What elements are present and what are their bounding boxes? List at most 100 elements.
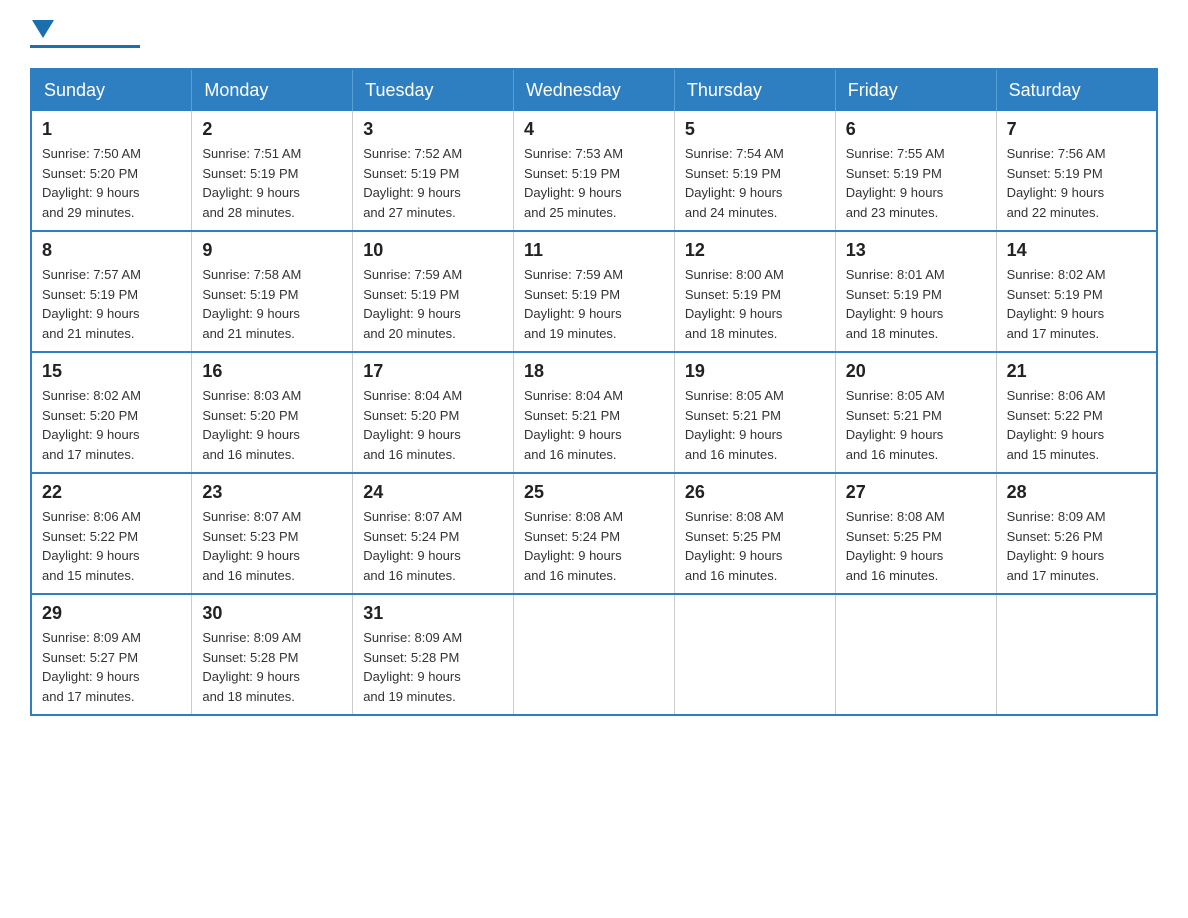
logo (30, 20, 140, 48)
empty-cell (835, 594, 996, 715)
day-info: Sunrise: 8:04 AM Sunset: 5:20 PM Dayligh… (363, 386, 503, 464)
day-number: 13 (846, 240, 986, 261)
day-number: 29 (42, 603, 181, 624)
day-number: 9 (202, 240, 342, 261)
day-number: 12 (685, 240, 825, 261)
day-cell-21: 21 Sunrise: 8:06 AM Sunset: 5:22 PM Dayl… (996, 352, 1157, 473)
day-info: Sunrise: 8:08 AM Sunset: 5:25 PM Dayligh… (685, 507, 825, 585)
empty-cell (514, 594, 675, 715)
day-header-tuesday: Tuesday (353, 69, 514, 111)
day-info: Sunrise: 7:50 AM Sunset: 5:20 PM Dayligh… (42, 144, 181, 222)
day-cell-10: 10 Sunrise: 7:59 AM Sunset: 5:19 PM Dayl… (353, 231, 514, 352)
day-number: 20 (846, 361, 986, 382)
day-cell-24: 24 Sunrise: 8:07 AM Sunset: 5:24 PM Dayl… (353, 473, 514, 594)
day-cell-29: 29 Sunrise: 8:09 AM Sunset: 5:27 PM Dayl… (31, 594, 192, 715)
day-info: Sunrise: 7:53 AM Sunset: 5:19 PM Dayligh… (524, 144, 664, 222)
day-cell-30: 30 Sunrise: 8:09 AM Sunset: 5:28 PM Dayl… (192, 594, 353, 715)
day-header-thursday: Thursday (674, 69, 835, 111)
day-number: 15 (42, 361, 181, 382)
day-cell-23: 23 Sunrise: 8:07 AM Sunset: 5:23 PM Dayl… (192, 473, 353, 594)
day-number: 1 (42, 119, 181, 140)
day-info: Sunrise: 8:01 AM Sunset: 5:19 PM Dayligh… (846, 265, 986, 343)
day-info: Sunrise: 8:06 AM Sunset: 5:22 PM Dayligh… (1007, 386, 1146, 464)
logo-triangle-icon (32, 20, 54, 38)
day-info: Sunrise: 8:06 AM Sunset: 5:22 PM Dayligh… (42, 507, 181, 585)
day-number: 4 (524, 119, 664, 140)
day-cell-9: 9 Sunrise: 7:58 AM Sunset: 5:19 PM Dayli… (192, 231, 353, 352)
day-header-monday: Monday (192, 69, 353, 111)
day-number: 6 (846, 119, 986, 140)
day-number: 28 (1007, 482, 1146, 503)
day-number: 24 (363, 482, 503, 503)
day-info: Sunrise: 8:07 AM Sunset: 5:23 PM Dayligh… (202, 507, 342, 585)
day-cell-27: 27 Sunrise: 8:08 AM Sunset: 5:25 PM Dayl… (835, 473, 996, 594)
day-cell-17: 17 Sunrise: 8:04 AM Sunset: 5:20 PM Dayl… (353, 352, 514, 473)
day-info: Sunrise: 7:51 AM Sunset: 5:19 PM Dayligh… (202, 144, 342, 222)
day-info: Sunrise: 8:08 AM Sunset: 5:25 PM Dayligh… (846, 507, 986, 585)
page-header (30, 20, 1158, 48)
day-number: 11 (524, 240, 664, 261)
day-info: Sunrise: 7:59 AM Sunset: 5:19 PM Dayligh… (524, 265, 664, 343)
day-number: 8 (42, 240, 181, 261)
day-number: 16 (202, 361, 342, 382)
day-info: Sunrise: 8:02 AM Sunset: 5:20 PM Dayligh… (42, 386, 181, 464)
day-number: 26 (685, 482, 825, 503)
day-number: 10 (363, 240, 503, 261)
day-cell-2: 2 Sunrise: 7:51 AM Sunset: 5:19 PM Dayli… (192, 111, 353, 231)
day-cell-20: 20 Sunrise: 8:05 AM Sunset: 5:21 PM Dayl… (835, 352, 996, 473)
day-cell-22: 22 Sunrise: 8:06 AM Sunset: 5:22 PM Dayl… (31, 473, 192, 594)
day-info: Sunrise: 8:09 AM Sunset: 5:28 PM Dayligh… (363, 628, 503, 706)
week-row-5: 29 Sunrise: 8:09 AM Sunset: 5:27 PM Dayl… (31, 594, 1157, 715)
day-number: 14 (1007, 240, 1146, 261)
week-row-4: 22 Sunrise: 8:06 AM Sunset: 5:22 PM Dayl… (31, 473, 1157, 594)
day-cell-25: 25 Sunrise: 8:08 AM Sunset: 5:24 PM Dayl… (514, 473, 675, 594)
day-cell-3: 3 Sunrise: 7:52 AM Sunset: 5:19 PM Dayli… (353, 111, 514, 231)
day-info: Sunrise: 7:56 AM Sunset: 5:19 PM Dayligh… (1007, 144, 1146, 222)
day-number: 5 (685, 119, 825, 140)
day-info: Sunrise: 7:58 AM Sunset: 5:19 PM Dayligh… (202, 265, 342, 343)
day-number: 23 (202, 482, 342, 503)
day-number: 22 (42, 482, 181, 503)
day-number: 7 (1007, 119, 1146, 140)
day-header-saturday: Saturday (996, 69, 1157, 111)
calendar-table: SundayMondayTuesdayWednesdayThursdayFrid… (30, 68, 1158, 716)
day-info: Sunrise: 7:52 AM Sunset: 5:19 PM Dayligh… (363, 144, 503, 222)
day-cell-4: 4 Sunrise: 7:53 AM Sunset: 5:19 PM Dayli… (514, 111, 675, 231)
day-cell-14: 14 Sunrise: 8:02 AM Sunset: 5:19 PM Dayl… (996, 231, 1157, 352)
day-info: Sunrise: 8:09 AM Sunset: 5:27 PM Dayligh… (42, 628, 181, 706)
day-number: 30 (202, 603, 342, 624)
day-cell-6: 6 Sunrise: 7:55 AM Sunset: 5:19 PM Dayli… (835, 111, 996, 231)
day-info: Sunrise: 8:05 AM Sunset: 5:21 PM Dayligh… (846, 386, 986, 464)
day-cell-1: 1 Sunrise: 7:50 AM Sunset: 5:20 PM Dayli… (31, 111, 192, 231)
week-row-1: 1 Sunrise: 7:50 AM Sunset: 5:20 PM Dayli… (31, 111, 1157, 231)
day-info: Sunrise: 8:08 AM Sunset: 5:24 PM Dayligh… (524, 507, 664, 585)
day-cell-28: 28 Sunrise: 8:09 AM Sunset: 5:26 PM Dayl… (996, 473, 1157, 594)
day-cell-26: 26 Sunrise: 8:08 AM Sunset: 5:25 PM Dayl… (674, 473, 835, 594)
day-cell-19: 19 Sunrise: 8:05 AM Sunset: 5:21 PM Dayl… (674, 352, 835, 473)
day-number: 17 (363, 361, 503, 382)
week-row-3: 15 Sunrise: 8:02 AM Sunset: 5:20 PM Dayl… (31, 352, 1157, 473)
day-info: Sunrise: 7:54 AM Sunset: 5:19 PM Dayligh… (685, 144, 825, 222)
day-number: 31 (363, 603, 503, 624)
day-cell-7: 7 Sunrise: 7:56 AM Sunset: 5:19 PM Dayli… (996, 111, 1157, 231)
day-cell-15: 15 Sunrise: 8:02 AM Sunset: 5:20 PM Dayl… (31, 352, 192, 473)
day-number: 3 (363, 119, 503, 140)
day-info: Sunrise: 7:57 AM Sunset: 5:19 PM Dayligh… (42, 265, 181, 343)
day-cell-16: 16 Sunrise: 8:03 AM Sunset: 5:20 PM Dayl… (192, 352, 353, 473)
day-cell-5: 5 Sunrise: 7:54 AM Sunset: 5:19 PM Dayli… (674, 111, 835, 231)
week-row-2: 8 Sunrise: 7:57 AM Sunset: 5:19 PM Dayli… (31, 231, 1157, 352)
day-cell-11: 11 Sunrise: 7:59 AM Sunset: 5:19 PM Dayl… (514, 231, 675, 352)
day-number: 25 (524, 482, 664, 503)
day-info: Sunrise: 8:02 AM Sunset: 5:19 PM Dayligh… (1007, 265, 1146, 343)
day-info: Sunrise: 8:04 AM Sunset: 5:21 PM Dayligh… (524, 386, 664, 464)
day-info: Sunrise: 8:03 AM Sunset: 5:20 PM Dayligh… (202, 386, 342, 464)
day-cell-8: 8 Sunrise: 7:57 AM Sunset: 5:19 PM Dayli… (31, 231, 192, 352)
day-number: 2 (202, 119, 342, 140)
day-cell-12: 12 Sunrise: 8:00 AM Sunset: 5:19 PM Dayl… (674, 231, 835, 352)
day-number: 21 (1007, 361, 1146, 382)
day-header-friday: Friday (835, 69, 996, 111)
day-cell-31: 31 Sunrise: 8:09 AM Sunset: 5:28 PM Dayl… (353, 594, 514, 715)
empty-cell (996, 594, 1157, 715)
day-info: Sunrise: 8:09 AM Sunset: 5:28 PM Dayligh… (202, 628, 342, 706)
day-info: Sunrise: 8:00 AM Sunset: 5:19 PM Dayligh… (685, 265, 825, 343)
